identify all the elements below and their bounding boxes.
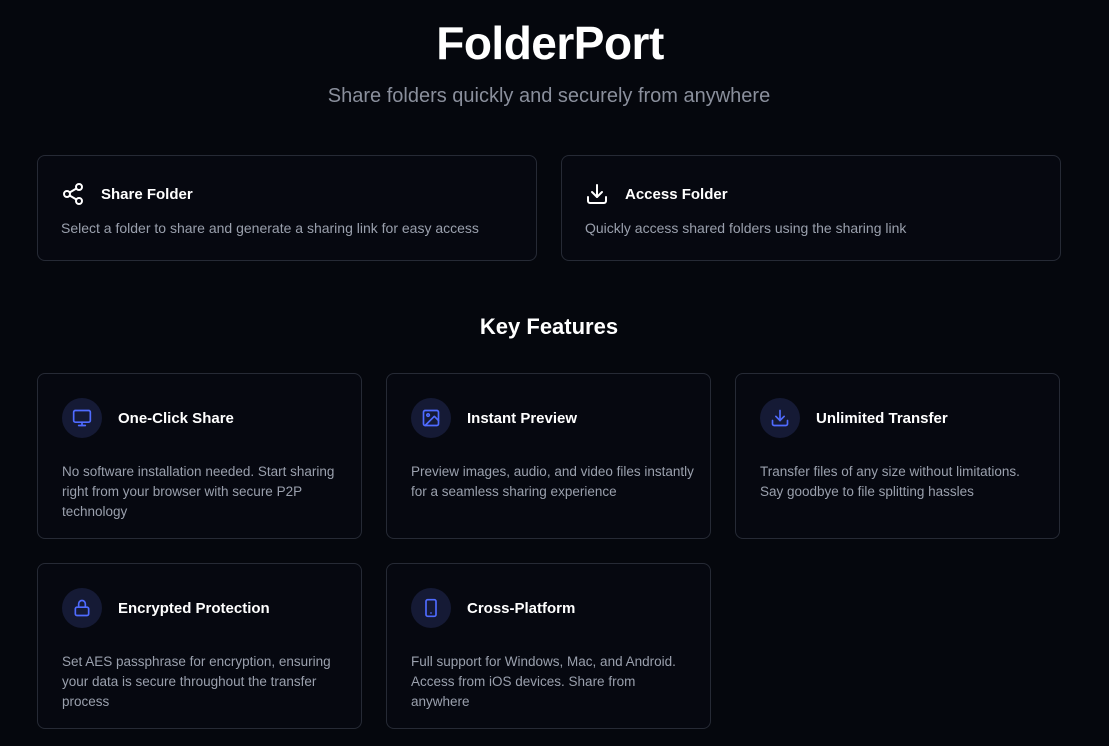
feature-description: Set AES passphrase for encryption, ensur… xyxy=(62,654,331,709)
share-folder-description: Select a folder to share and generate a … xyxy=(61,220,479,236)
feature-description: Transfer files of any size without limit… xyxy=(760,464,1020,499)
monitor-icon xyxy=(62,398,102,438)
feature-card-one-click-share: One-Click Share No software installation… xyxy=(37,373,362,539)
app-subtitle: Share folders quickly and securely from … xyxy=(327,85,771,107)
feature-title: Encrypted Protection xyxy=(118,599,270,617)
access-folder-description: Quickly access shared folders using the … xyxy=(585,220,907,236)
download-icon xyxy=(760,398,800,438)
feature-card-instant-preview: Instant Preview Preview images, audio, a… xyxy=(386,373,711,539)
share-folder-card[interactable]: Share Folder Select a folder to share an… xyxy=(37,155,537,261)
feature-card-encrypted-protection: Encrypted Protection Set AES passphrase … xyxy=(37,563,362,729)
feature-title: One-Click Share xyxy=(118,409,234,427)
lock-icon xyxy=(62,588,102,628)
feature-description: No software installation needed. Start s… xyxy=(62,464,335,519)
feature-description: Full support for Windows, Mac, and Andro… xyxy=(411,654,676,709)
feature-title: Instant Preview xyxy=(467,409,578,427)
feature-description: Preview images, audio, and video files i… xyxy=(411,464,694,499)
image-icon xyxy=(411,398,451,438)
app-title: FolderPort xyxy=(436,17,664,69)
folderport-home: FolderPort Share folders quickly and sec… xyxy=(0,0,1109,746)
access-folder-label: Access Folder xyxy=(625,185,728,203)
key-features-heading: Key Features xyxy=(479,314,619,339)
download-icon xyxy=(585,182,609,206)
feature-card-cross-platform: Cross-Platform Full support for Windows,… xyxy=(386,563,711,729)
feature-title: Unlimited Transfer xyxy=(816,409,948,427)
feature-title: Cross-Platform xyxy=(467,599,576,617)
access-folder-card[interactable]: Access Folder Quickly access shared fold… xyxy=(561,155,1061,261)
smartphone-icon xyxy=(411,588,451,628)
share-folder-label: Share Folder xyxy=(101,185,193,203)
feature-card-unlimited-transfer: Unlimited Transfer Transfer files of any… xyxy=(735,373,1060,539)
share-icon xyxy=(61,182,85,206)
